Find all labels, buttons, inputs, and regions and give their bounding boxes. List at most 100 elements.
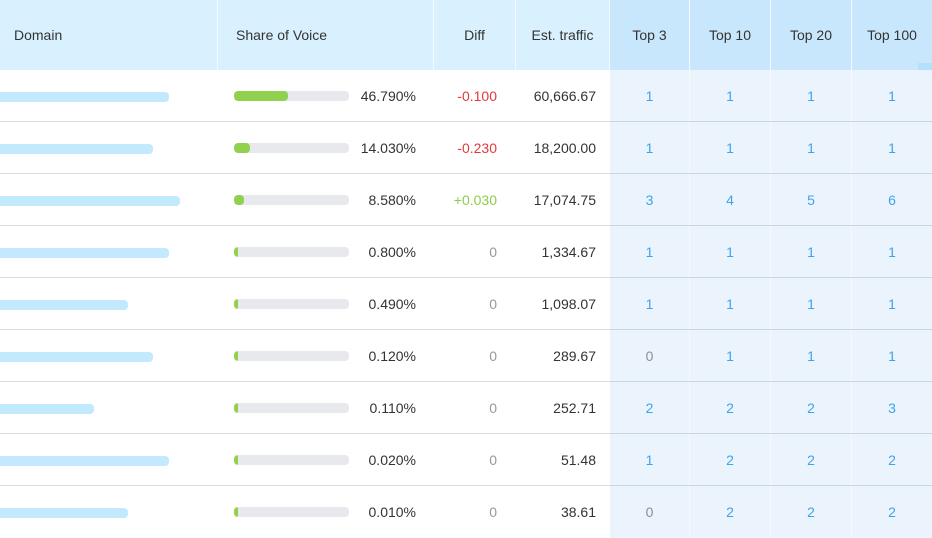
top10-value[interactable]: 1 bbox=[690, 122, 771, 174]
column-header-est-traffic[interactable]: Est. traffic bbox=[516, 0, 610, 70]
top3-value[interactable]: 0 bbox=[610, 486, 690, 538]
share-of-voice-value: 0.010% bbox=[368, 504, 416, 520]
top10-value[interactable]: 1 bbox=[690, 278, 771, 330]
table-row[interactable]: 8.580% +0.030 17,074.75 3 4 5 6 bbox=[0, 174, 932, 226]
column-header-domain[interactable]: Domain bbox=[0, 0, 218, 70]
table-row[interactable]: 14.030% -0.230 18,200.00 1 1 1 1 bbox=[0, 122, 932, 174]
domain-cell[interactable] bbox=[0, 278, 218, 330]
share-of-voice-value: 0.020% bbox=[368, 452, 416, 468]
table-row[interactable]: 0.010% 0 38.61 0 2 2 2 bbox=[0, 486, 932, 538]
top100-value[interactable]: 1 bbox=[852, 330, 932, 382]
top100-value[interactable]: 2 bbox=[852, 486, 932, 538]
est-traffic-value: 38.61 bbox=[560, 504, 596, 520]
domain-cell[interactable] bbox=[0, 174, 218, 226]
est-traffic-value: 17,074.75 bbox=[533, 192, 596, 208]
horizontal-scrollbar-thumb[interactable] bbox=[918, 63, 932, 70]
domain-cell[interactable] bbox=[0, 122, 218, 174]
domain-cell[interactable] bbox=[0, 226, 218, 278]
top3-value[interactable]: 1 bbox=[610, 278, 690, 330]
top20-value[interactable]: 1 bbox=[771, 226, 852, 278]
top3-value[interactable]: 1 bbox=[610, 226, 690, 278]
top20-value[interactable]: 1 bbox=[771, 278, 852, 330]
column-header-top100[interactable]: Top 100 bbox=[852, 0, 932, 70]
domain-placeholder-bar bbox=[0, 456, 169, 466]
top100-value[interactable]: 1 bbox=[852, 278, 932, 330]
table-row[interactable]: 0.120% 0 289.67 0 1 1 1 bbox=[0, 330, 932, 382]
top10-value[interactable]: 2 bbox=[690, 382, 771, 434]
top20-value[interactable]: 2 bbox=[771, 486, 852, 538]
top10-value[interactable]: 1 bbox=[690, 226, 771, 278]
share-of-voice-bar-fill bbox=[234, 455, 238, 465]
top20-value[interactable]: 1 bbox=[771, 330, 852, 382]
top20-value[interactable]: 2 bbox=[771, 382, 852, 434]
domain-placeholder-bar bbox=[0, 300, 128, 310]
top100-value[interactable]: 6 bbox=[852, 174, 932, 226]
table-header: Domain Share of Voice Diff Est. traffic … bbox=[0, 0, 932, 70]
domain-placeholder-bar bbox=[0, 508, 128, 518]
diff-value: 0 bbox=[489, 452, 497, 468]
domain-cell[interactable] bbox=[0, 70, 218, 122]
share-of-voice-cell: 0.120% bbox=[218, 330, 434, 382]
top10-value[interactable]: 2 bbox=[690, 486, 771, 538]
diff-value: -0.230 bbox=[457, 140, 497, 156]
table-row[interactable]: 0.490% 0 1,098.07 1 1 1 1 bbox=[0, 278, 932, 330]
top3-value[interactable]: 2 bbox=[610, 382, 690, 434]
share-of-voice-value: 0.800% bbox=[368, 244, 416, 260]
share-of-voice-bar bbox=[234, 403, 349, 413]
share-of-voice-bar-fill bbox=[234, 195, 244, 205]
share-of-voice-cell: 14.030% bbox=[218, 122, 434, 174]
table-row[interactable]: 0.800% 0 1,334.67 1 1 1 1 bbox=[0, 226, 932, 278]
share-of-voice-bar bbox=[234, 195, 349, 205]
share-of-voice-cell: 0.490% bbox=[218, 278, 434, 330]
diff-value: -0.100 bbox=[457, 88, 497, 104]
column-header-top3[interactable]: Top 3 bbox=[610, 0, 690, 70]
top20-value[interactable]: 1 bbox=[771, 122, 852, 174]
share-of-voice-bar-fill bbox=[234, 403, 238, 413]
top100-value[interactable]: 2 bbox=[852, 434, 932, 486]
top100-value[interactable]: 1 bbox=[852, 226, 932, 278]
column-header-top10[interactable]: Top 10 bbox=[690, 0, 771, 70]
top100-value[interactable]: 1 bbox=[852, 70, 932, 122]
domain-cell[interactable] bbox=[0, 434, 218, 486]
diff-value: +0.030 bbox=[453, 192, 497, 208]
top20-value[interactable]: 2 bbox=[771, 434, 852, 486]
share-of-voice-bar-fill bbox=[234, 247, 238, 257]
domain-cell[interactable] bbox=[0, 486, 218, 538]
top10-value[interactable]: 2 bbox=[690, 434, 771, 486]
est-traffic-value: 18,200.00 bbox=[533, 140, 596, 156]
share-of-voice-bar bbox=[234, 143, 349, 153]
diff-value: 0 bbox=[489, 400, 497, 416]
top3-value[interactable]: 0 bbox=[610, 330, 690, 382]
share-of-voice-value: 14.030% bbox=[360, 140, 416, 156]
domain-placeholder-bar bbox=[0, 196, 180, 206]
column-header-top20[interactable]: Top 20 bbox=[771, 0, 852, 70]
top3-value[interactable]: 1 bbox=[610, 122, 690, 174]
share-of-voice-value: 46.790% bbox=[360, 88, 416, 104]
top10-value[interactable]: 4 bbox=[690, 174, 771, 226]
share-of-voice-value: 0.490% bbox=[368, 296, 416, 312]
share-of-voice-value: 0.120% bbox=[368, 348, 416, 364]
top20-value[interactable]: 5 bbox=[771, 174, 852, 226]
domain-placeholder-bar bbox=[0, 352, 153, 362]
top10-value[interactable]: 1 bbox=[690, 330, 771, 382]
share-of-voice-bar bbox=[234, 351, 349, 361]
est-traffic-value: 252.71 bbox=[553, 400, 596, 416]
top3-value[interactable]: 3 bbox=[610, 174, 690, 226]
column-header-share-of-voice[interactable]: Share of Voice bbox=[218, 0, 434, 70]
share-of-voice-bar-fill bbox=[234, 299, 238, 309]
top3-value[interactable]: 1 bbox=[610, 434, 690, 486]
column-header-diff[interactable]: Diff bbox=[434, 0, 516, 70]
table-row[interactable]: 46.790% -0.100 60,666.67 1 1 1 1 bbox=[0, 70, 932, 122]
table-row[interactable]: 0.110% 0 252.71 2 2 2 3 bbox=[0, 382, 932, 434]
share-of-voice-cell: 8.580% bbox=[218, 174, 434, 226]
top3-value[interactable]: 1 bbox=[610, 70, 690, 122]
est-traffic-value: 60,666.67 bbox=[533, 88, 596, 104]
top100-value[interactable]: 3 bbox=[852, 382, 932, 434]
share-of-voice-value: 0.110% bbox=[369, 400, 416, 416]
top100-value[interactable]: 1 bbox=[852, 122, 932, 174]
table-row[interactable]: 0.020% 0 51.48 1 2 2 2 bbox=[0, 434, 932, 486]
domain-cell[interactable] bbox=[0, 382, 218, 434]
top20-value[interactable]: 1 bbox=[771, 70, 852, 122]
domain-cell[interactable] bbox=[0, 330, 218, 382]
top10-value[interactable]: 1 bbox=[690, 70, 771, 122]
